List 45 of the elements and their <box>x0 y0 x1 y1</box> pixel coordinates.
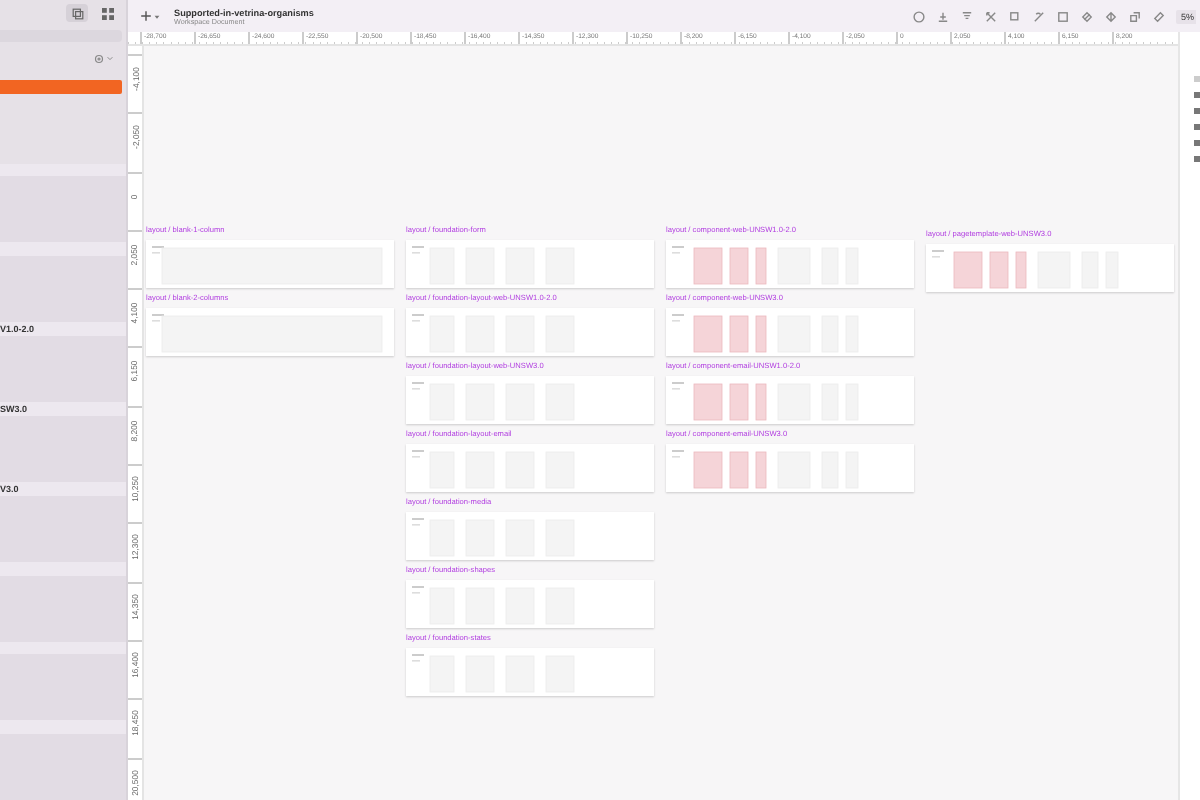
plus-icon[interactable] <box>140 10 152 22</box>
section-header[interactable] <box>0 720 126 734</box>
toolbar-tool-icon[interactable] <box>912 9 927 23</box>
section-header[interactable] <box>0 163 126 177</box>
toolbar-tool-icon[interactable] <box>1128 9 1143 23</box>
toolbar-tool-icon[interactable] <box>960 9 975 23</box>
frame-card[interactable] <box>406 308 654 356</box>
frame-card[interactable] <box>406 648 654 696</box>
section-header[interactable] <box>0 242 126 256</box>
grid-icon[interactable] <box>96 4 118 23</box>
toolbar-tool-icon[interactable] <box>1080 9 1095 23</box>
section-thumbnail[interactable] <box>0 176 126 243</box>
toolbar-tool-icon[interactable] <box>1032 9 1047 23</box>
frame-card[interactable] <box>666 444 914 492</box>
add-button[interactable] <box>140 10 160 22</box>
section-thumbnail[interactable] <box>0 335 126 402</box>
toolbar-tool-icon[interactable] <box>1008 9 1023 23</box>
toolbar-tool-icon[interactable] <box>1104 9 1119 23</box>
frame-card[interactable] <box>406 240 654 288</box>
frame-card[interactable] <box>406 444 654 492</box>
caret-icon[interactable] <box>154 13 160 19</box>
section-thumbnail[interactable] <box>0 575 126 642</box>
frame-card[interactable] <box>406 580 654 628</box>
frame-card[interactable] <box>926 244 1174 292</box>
frame-card[interactable] <box>666 376 914 424</box>
section-thumbnail[interactable] <box>0 255 126 322</box>
chevron-down-icon[interactable] <box>106 54 114 63</box>
frame-card[interactable] <box>666 240 914 288</box>
frame-card[interactable] <box>406 512 654 560</box>
section-thumbnail[interactable] <box>0 415 126 483</box>
toolbar-tool-icon[interactable] <box>1056 9 1071 23</box>
section-header[interactable] <box>0 562 126 576</box>
section-thumbnail[interactable] <box>0 654 126 721</box>
frame-card[interactable] <box>406 376 654 424</box>
toolbar-tool-icon[interactable] <box>1152 9 1167 23</box>
frame-card[interactable] <box>666 308 914 356</box>
toolbar-tool-icon[interactable] <box>936 9 951 23</box>
toolbar-tool-icon[interactable] <box>984 9 999 23</box>
section-thumbnail[interactable] <box>0 733 126 800</box>
section-thumbnail[interactable] <box>0 496 126 563</box>
layers-icon[interactable] <box>66 4 88 23</box>
frame-card[interactable] <box>146 240 394 288</box>
frame-card[interactable] <box>146 308 394 356</box>
settings-icon[interactable] <box>94 53 104 64</box>
selected-page-item[interactable] <box>0 80 122 94</box>
